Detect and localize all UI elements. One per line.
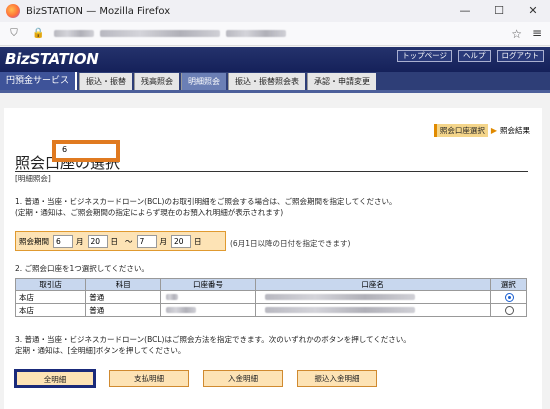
to-day-input[interactable] xyxy=(171,234,191,248)
tab-approval[interactable]: 承認・申請変更 xyxy=(307,73,377,90)
progress-steps: 照会口座選択 ▶ 照会結果 xyxy=(433,124,530,137)
from-month-input[interactable] xyxy=(53,234,73,248)
table-header-row: 取引店 科目 口座番号 口座名 選択 xyxy=(14,278,528,291)
logout-link[interactable]: ログアウト xyxy=(496,50,544,62)
account-table: 取引店 科目 口座番号 口座名 選択 本店 普通 本店 普通 xyxy=(14,278,528,317)
firefox-icon xyxy=(6,4,20,18)
instruction-1: 1. 普通・当座・ビジネスカードローン(BCL)のお取引明細をご照会する場合は、… xyxy=(15,197,397,206)
payment-statements-button[interactable]: 支払明細 xyxy=(109,370,189,387)
instruction-1-note: (定期・通知は、ご照会期間の指定によらず現在のお預入れ明細が表示されます) xyxy=(15,208,284,217)
url-redacted xyxy=(226,30,286,37)
url-redacted xyxy=(100,30,220,37)
close-button[interactable]: ✕ xyxy=(516,0,550,22)
cell-select xyxy=(489,290,528,304)
nav-divider xyxy=(0,90,550,93)
query-buttons: 全明細 支払明細 入金明細 振込入金明細 xyxy=(14,369,377,388)
tab-transfer[interactable]: 振込・振替 xyxy=(79,73,133,90)
instruction-2: 2. ご照会口座を1つ選択してください。 xyxy=(15,264,149,273)
cell-type: 普通 xyxy=(85,303,162,317)
browser-title-bar: BizSTATION — Mozilla Firefox — ☐ ✕ xyxy=(0,0,550,22)
step-next: 照会結果 xyxy=(500,126,530,135)
cell-branch: 本店 xyxy=(14,303,87,317)
table-row[interactable]: 本店 普通 xyxy=(14,290,528,304)
window-controls: — ☐ ✕ xyxy=(448,0,550,22)
tab-transfer-inquiry[interactable]: 振込・振替照会表 xyxy=(228,73,306,90)
bookmark-star-icon[interactable]: ☆ xyxy=(511,27,522,41)
transfer-deposit-statements-button[interactable]: 振込入金明細 xyxy=(297,370,377,387)
step-current: 照会口座選択 xyxy=(433,124,488,137)
page-subtitle: [明細照会] xyxy=(15,174,51,183)
instruction-3: 3. 普通・当座・ビジネスカードローン(BCL)はご照会方法を指定できます。次の… xyxy=(15,335,411,344)
header-account-number: 口座番号 xyxy=(160,278,256,291)
step-arrow-icon: ▶ xyxy=(490,126,497,135)
window-title: BizSTATION — Mozilla Firefox xyxy=(26,5,171,17)
maximize-button[interactable]: ☐ xyxy=(482,0,516,22)
to-month-input[interactable] xyxy=(136,234,157,248)
lock-icon: 🔒 xyxy=(32,27,45,39)
dropdown-option[interactable]: 6 xyxy=(62,145,67,154)
url-redacted xyxy=(54,30,94,37)
day-unit: 日 xyxy=(110,236,119,246)
month-unit: 月 xyxy=(76,236,84,246)
help-link[interactable]: ヘルプ xyxy=(458,50,491,62)
site-header: BizSTATION トップページ ヘルプ ログアウト xyxy=(0,47,550,72)
cell-select xyxy=(489,303,528,317)
address-bar[interactable]: ⛉ 🔒 ☆ ≡ xyxy=(0,22,550,46)
bizstation-logo: BizSTATION xyxy=(5,50,99,68)
deposit-statements-button[interactable]: 入金明細 xyxy=(203,370,283,387)
service-label[interactable]: 円預金サービス xyxy=(0,72,78,90)
header-links: トップページ ヘルプ ログアウト xyxy=(397,50,544,62)
month-dropdown[interactable]: 6 xyxy=(52,140,120,162)
all-statements-button[interactable]: 全明細 xyxy=(14,369,96,388)
tab-balance[interactable]: 残高照会 xyxy=(134,73,180,90)
from-day-input[interactable] xyxy=(87,234,108,248)
period-selector: 照会期間 月 日 ～ 月 日 xyxy=(15,231,226,251)
top-page-link[interactable]: トップページ xyxy=(397,50,452,62)
cell-account-name xyxy=(254,303,491,317)
cell-account-name xyxy=(254,290,491,304)
account-radio-2[interactable] xyxy=(505,305,515,315)
header-type: 科目 xyxy=(85,278,162,291)
period-label: 照会期間 xyxy=(19,236,49,246)
menu-icon[interactable]: ≡ xyxy=(532,26,542,40)
minimize-button[interactable]: — xyxy=(448,0,482,22)
shield-icon: ⛉ xyxy=(10,27,18,39)
account-radio-1[interactable] xyxy=(505,292,515,302)
header-branch: 取引店 xyxy=(14,278,87,291)
cell-branch: 本店 xyxy=(14,290,87,304)
table-row[interactable]: 本店 普通 xyxy=(14,303,528,317)
cell-type: 普通 xyxy=(85,290,162,304)
header-select: 選択 xyxy=(489,278,528,291)
header-account-name: 口座名 xyxy=(254,278,491,291)
cell-account-number xyxy=(160,290,256,304)
instruction-3-note: 定期・通知は、[全明細]ボタンを押してください。 xyxy=(15,346,186,355)
month-unit: 月 xyxy=(159,236,168,246)
cell-account-number xyxy=(160,303,256,317)
title-divider xyxy=(15,171,528,172)
tab-statement[interactable]: 明細照会 xyxy=(181,73,227,90)
main-nav: 円預金サービス 振込・振替 残高照会 明細照会 振込・振替照会表 承認・申請変更 xyxy=(0,72,550,90)
period-tilde: ～ xyxy=(125,236,133,246)
period-note: (6月1日以降の日付を指定できます) xyxy=(230,239,351,248)
day-unit: 日 xyxy=(194,236,202,246)
